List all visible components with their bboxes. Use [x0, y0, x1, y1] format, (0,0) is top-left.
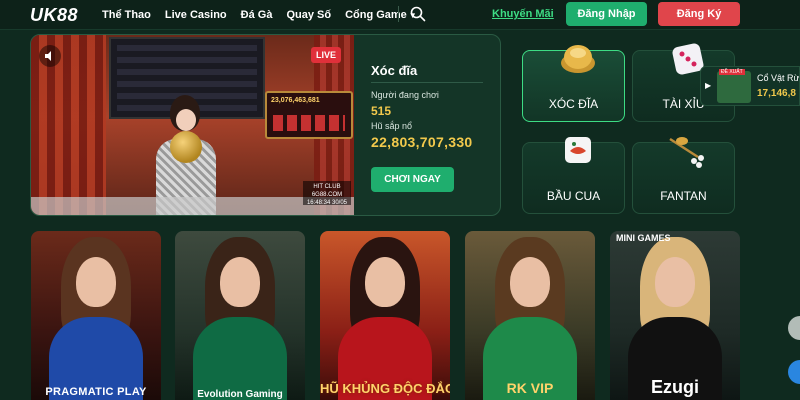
jackpot-display: 23,076,463,681 — [265, 91, 353, 139]
provider-card-rk-vip[interactable]: RK VIP — [465, 231, 595, 400]
provider-logo: HŨ KHỦNG ĐỘC ĐẮC — [320, 381, 450, 396]
tile-label: XÓC ĐĨA — [548, 97, 599, 111]
site-logo[interactable]: UK88 — [30, 5, 78, 26]
live-stream-preview[interactable]: 23,076,463,681 LIVE HIT CLUB 6G88.COM 16… — [31, 35, 354, 215]
play-now-button[interactable]: CHƠI NGAY — [371, 167, 454, 192]
info-divider — [371, 82, 483, 83]
main-nav: Thể Thao Live Casino Đá Gà Quay Số Cổng … — [102, 0, 431, 30]
bowl-icon — [561, 45, 595, 73]
top-header: UK88 Thể Thao Live Casino Đá Gà Quay Số … — [0, 0, 800, 30]
provider-card-ezugi[interactable]: MINI GAMES Ezugi — [610, 231, 740, 400]
stream-watermark: HIT CLUB 6G88.COM 16:48:34 30/05 — [303, 181, 351, 206]
recommended-game-card[interactable]: ▶ ĐỀ XUẤT Cổ Vật Rừ 17,146,8 — [700, 66, 800, 106]
nav-item-live-casino[interactable]: Live Casino — [165, 9, 227, 21]
play-icon: ▶ — [705, 81, 712, 90]
featured-game-panel: 23,076,463,681 LIVE HIT CLUB 6G88.COM 16… — [30, 34, 501, 216]
nav-item-lottery[interactable]: Quay Số — [286, 9, 331, 21]
login-button[interactable]: Đăng Nhập — [566, 2, 647, 26]
tile-fantan[interactable]: FANTAN — [632, 137, 735, 214]
jackpot-amount: 22,803,707,330 — [371, 134, 473, 150]
dice-crab-icon — [565, 137, 591, 163]
live-badge: LIVE — [311, 47, 341, 63]
featured-game-title: Xóc đĩa — [371, 63, 418, 78]
jackpot-display-number: 23,076,463,681 — [271, 97, 320, 104]
provider-card-evolution[interactable]: Evolution Gaming — [175, 231, 305, 400]
recommended-badge: ĐỀ XUẤT — [719, 69, 745, 75]
tile-label: BẦU CUA — [546, 189, 601, 203]
provider-logo: RK VIP — [506, 380, 554, 396]
promotions-link[interactable]: Khuyến Mãi — [492, 8, 554, 20]
recommended-game-amount: 17,146,8 — [757, 88, 796, 99]
provider-card-jackpot[interactable]: HŨ KHỦNG ĐỘC ĐẮC — [320, 231, 450, 400]
search-icon[interactable] — [410, 6, 426, 22]
provider-logo: Evolution Gaming — [197, 389, 283, 400]
beads-icon — [669, 137, 704, 168]
tile-label: FANTAN — [660, 189, 707, 203]
players-label: Người đang chơi — [371, 90, 439, 100]
featured-game-info: Xóc đĩa Người đang chơi 515 Hũ sắp nổ 22… — [371, 35, 500, 215]
nav-divider — [398, 6, 399, 22]
jackpot-display-slots — [273, 115, 345, 131]
mini-games-label: MINI GAMES — [616, 233, 671, 243]
jackpot-label: Hũ sắp nổ — [371, 121, 413, 131]
chat-support-icon[interactable] — [788, 360, 800, 384]
tile-bau-cua[interactable]: BẦU CUA — [522, 137, 625, 214]
provider-logo: PRAGMATIC PLAY — [45, 386, 147, 398]
tile-xoc-dia[interactable]: XÓC ĐĨA — [522, 45, 625, 122]
speaker-mute-icon[interactable] — [39, 45, 61, 67]
provider-card-pragmatic[interactable]: PRAGMATIC PLAY — [31, 231, 161, 400]
recommended-game-thumbnail — [717, 71, 751, 103]
provider-logo: Ezugi — [651, 377, 699, 397]
floating-widget-icon[interactable] — [788, 316, 800, 340]
nav-item-cockfight[interactable]: Đá Gà — [241, 9, 273, 21]
golden-bowl — [170, 131, 202, 163]
nav-item-game-portal[interactable]: Cổng Game ▼ — [345, 9, 417, 21]
register-button[interactable]: Đăng Ký — [658, 2, 740, 26]
players-count: 515 — [371, 104, 392, 118]
nav-item-sports[interactable]: Thể Thao — [102, 9, 151, 21]
logo-text: UK88 — [30, 5, 79, 25]
recommended-game-name: Cổ Vật Rừ — [757, 73, 800, 83]
